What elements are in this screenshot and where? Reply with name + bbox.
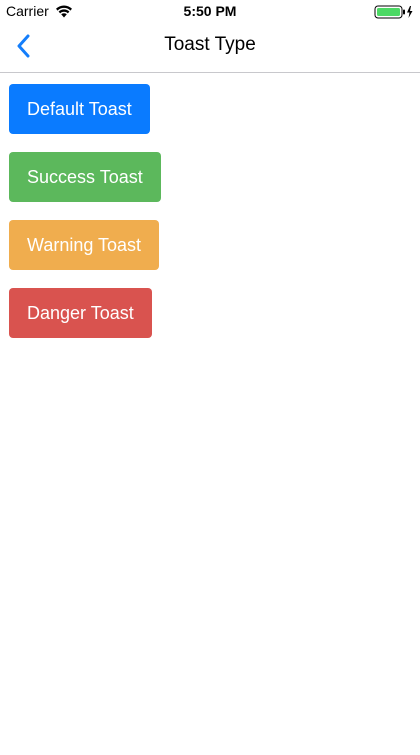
danger-toast-button[interactable]: Danger Toast [9, 288, 152, 338]
warning-toast-button[interactable]: Warning Toast [9, 220, 160, 270]
status-time: 5:50 PM [183, 3, 237, 19]
success-toast-button[interactable]: Success Toast [9, 152, 161, 202]
default-toast-button[interactable]: Default Toast [9, 84, 150, 134]
navigation-bar: Toast Type [0, 24, 420, 73]
toast-button-list: Default Toast Success Toast Warning Toas… [9, 84, 161, 356]
page-title: Toast Type [164, 34, 256, 55]
status-bar: Carrier 5:50 PM [0, 0, 420, 24]
battery-charging-icon [374, 5, 414, 19]
